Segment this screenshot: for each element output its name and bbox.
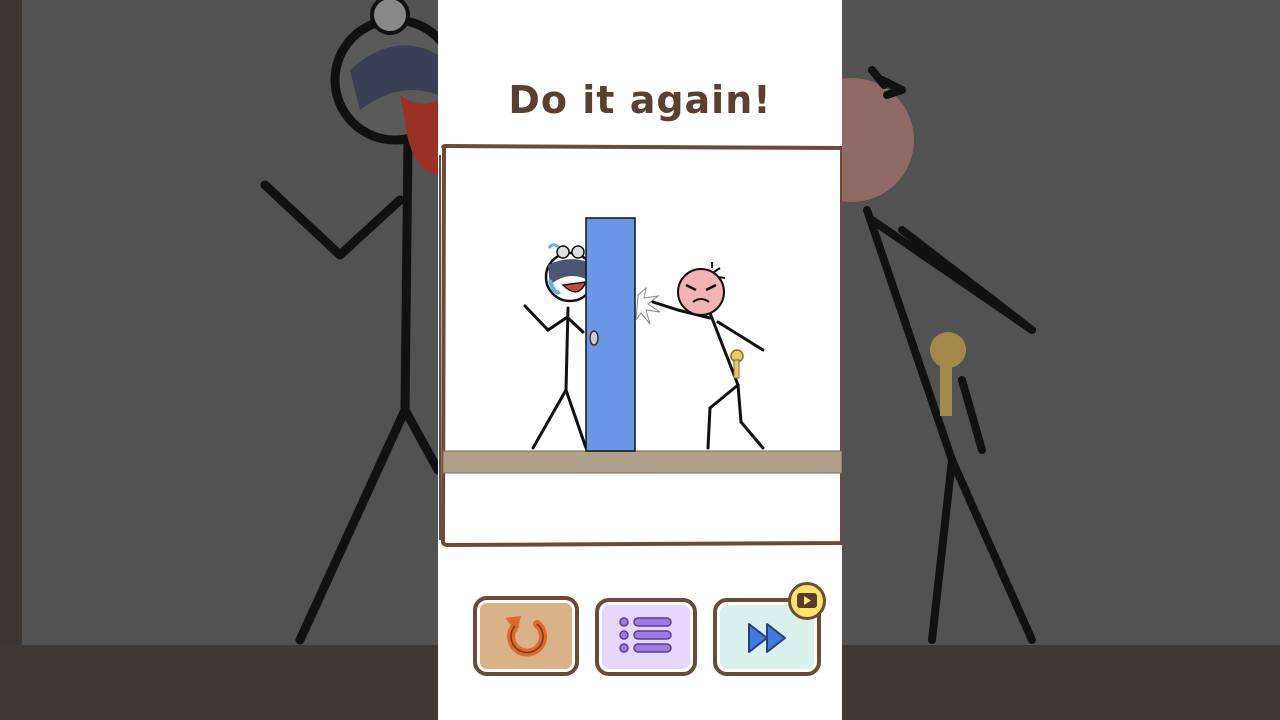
fast-forward-icon [748,623,786,653]
level-scene [439,143,842,548]
video-ad-icon [797,593,817,608]
level-list-button[interactable] [595,598,697,676]
list-menu-icon [619,617,672,653]
door-knob [589,330,599,346]
background-right-blur [842,0,1280,720]
background-left-blur [0,0,438,720]
retry-arrow-icon [505,616,548,657]
video-ad-badge [788,582,826,620]
game-screen: Do it again! [438,0,842,720]
floor [442,450,842,474]
retry-button[interactable] [473,596,579,676]
